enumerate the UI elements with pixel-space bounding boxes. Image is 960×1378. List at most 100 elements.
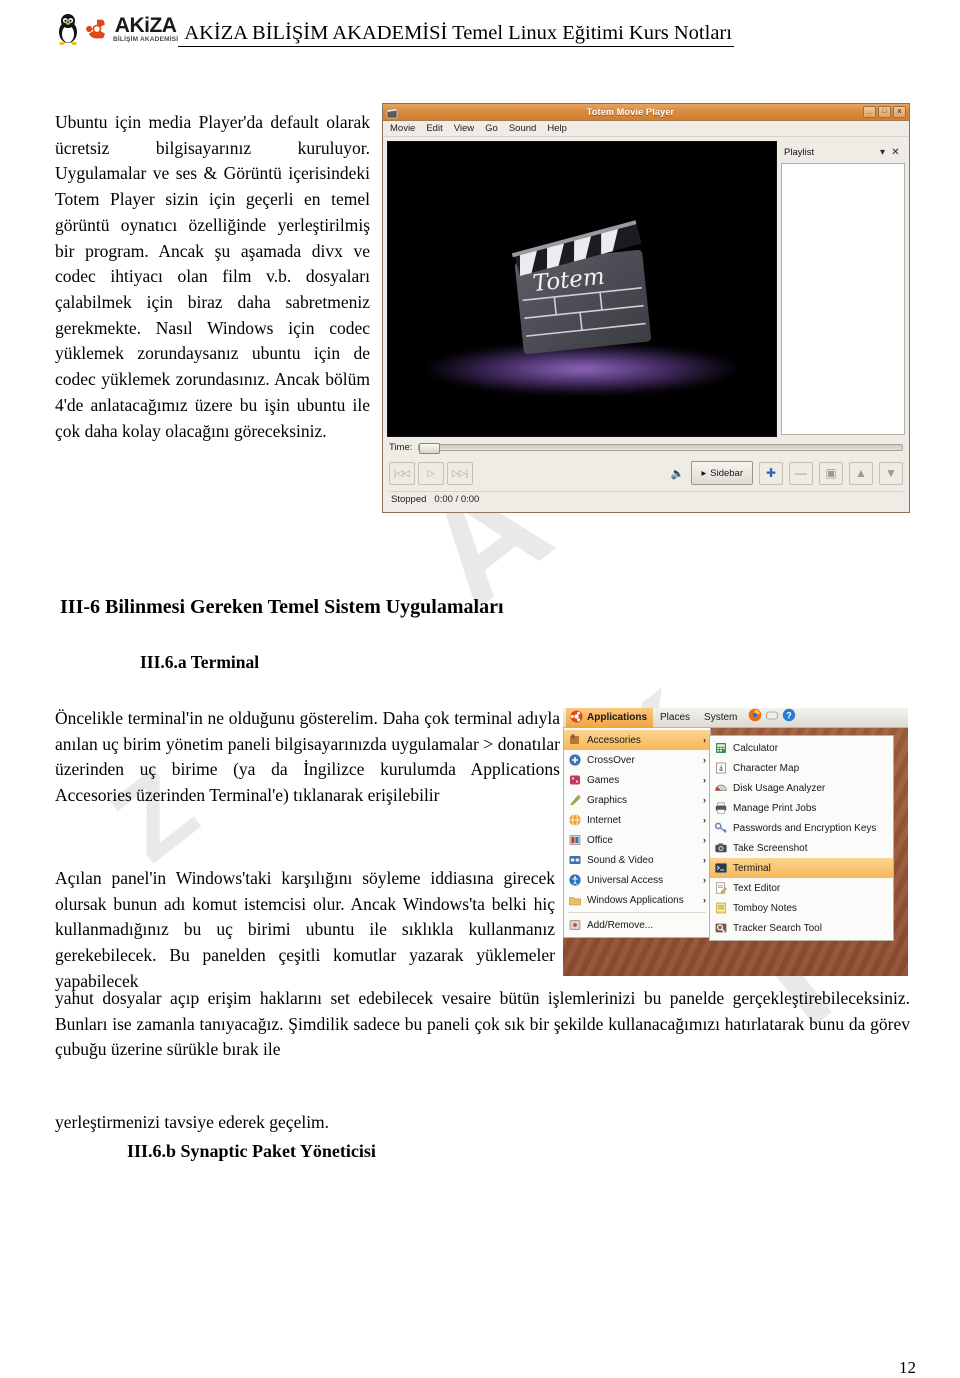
firefox-icon[interactable] bbox=[748, 708, 762, 727]
volume-icon[interactable]: 🔈 bbox=[671, 467, 685, 480]
paragraph-text: yerleştirmenizi tavsiye ederek geçelim. bbox=[55, 1112, 330, 1132]
time-seek-row: Time: bbox=[389, 439, 903, 456]
sidebar-button[interactable]: ▸ Sidebar bbox=[691, 461, 753, 485]
menu-item-text-editor[interactable]: Text Editor bbox=[710, 878, 893, 898]
menu-item-label: Windows Applications bbox=[587, 894, 684, 906]
paragraph-text: Öncelikle terminal'in ne olduğunu göster… bbox=[55, 708, 560, 806]
seek-slider[interactable] bbox=[418, 443, 903, 454]
paragraph-panel-description: Açılan panel'in Windows'taki karşılığını… bbox=[55, 866, 555, 995]
video-display-area[interactable]: Totem bbox=[387, 141, 777, 437]
camera-icon bbox=[714, 841, 728, 855]
next-button[interactable]: ▷▷| bbox=[447, 461, 473, 485]
svg-text:?: ? bbox=[787, 710, 793, 720]
tomboy-icon bbox=[714, 901, 728, 915]
page-title: AKİZA BİLİŞİM AKADEMİSİ Temel Linux Eğit… bbox=[178, 22, 734, 47]
sidebar-arrow-icon: ▸ bbox=[701, 467, 707, 479]
tux-penguin-icon bbox=[55, 12, 81, 46]
menu-item-label: Take Screenshot bbox=[733, 842, 808, 854]
playlist-list[interactable] bbox=[781, 163, 905, 435]
minimize-button[interactable]: _ bbox=[863, 106, 876, 118]
remove-from-playlist-button[interactable]: — bbox=[789, 461, 813, 485]
chevron-right-icon: › bbox=[703, 775, 706, 785]
menu-item-label: CrossOver bbox=[587, 754, 635, 766]
move-down-button[interactable]: ▼ bbox=[879, 461, 903, 485]
move-up-button[interactable]: ▲ bbox=[849, 461, 873, 485]
menu-item-label: Tracker Search Tool bbox=[733, 922, 822, 934]
menu-item-universal-access[interactable]: Universal Access › bbox=[564, 870, 710, 890]
menu-item-calculator[interactable]: Calculator bbox=[710, 738, 893, 758]
menu-item-office[interactable]: Office › bbox=[564, 830, 710, 850]
sidebar-button-label: Sidebar bbox=[710, 467, 743, 479]
menu-edit[interactable]: Edit bbox=[426, 123, 442, 134]
applications-submenu-categories[interactable]: Accessories › CrossOver › Games › Graphi… bbox=[563, 728, 711, 938]
menu-item-take-screenshot[interactable]: Take Screenshot bbox=[710, 838, 893, 858]
previous-button[interactable]: |◁◁ bbox=[389, 461, 415, 485]
menu-item-passwords-and-encryption-keys[interactable]: Passwords and Encryption Keys bbox=[710, 818, 893, 838]
menu-item-label: Passwords and Encryption Keys bbox=[733, 822, 877, 834]
seek-slider-handle[interactable] bbox=[419, 443, 441, 454]
menu-item-internet[interactable]: Internet › bbox=[564, 810, 710, 830]
totem-status-bar: Stopped 0:00 / 0:00 bbox=[389, 491, 903, 507]
section-totem: Ubuntu için media Player'da default olar… bbox=[0, 48, 960, 513]
brand-logo: AKiZA BİLİŞİM AKADEMİSİ bbox=[55, 12, 178, 46]
menu-sound[interactable]: Sound bbox=[509, 123, 536, 134]
office-icon bbox=[568, 833, 582, 847]
menu-item-label: Add/Remove... bbox=[587, 919, 654, 931]
chevron-right-icon: › bbox=[703, 875, 706, 885]
menu-help[interactable]: Help bbox=[547, 123, 567, 134]
menu-item-games[interactable]: Games › bbox=[564, 770, 710, 790]
maximize-button[interactable]: □ bbox=[878, 106, 891, 118]
totem-menubar[interactable]: Movie Edit View Go Sound Help bbox=[383, 121, 909, 137]
update-manager-icon[interactable] bbox=[765, 708, 779, 727]
paragraph-closing: yerleştirmenizi tavsiye ederek geçelim. bbox=[55, 1110, 910, 1136]
menu-view[interactable]: View bbox=[454, 123, 474, 134]
menu-item-label: Universal Access bbox=[587, 874, 664, 886]
menu-item-accessories[interactable]: Accessories › bbox=[564, 730, 710, 750]
menu-item-terminal[interactable]: Terminal bbox=[710, 858, 893, 878]
applications-menu-button[interactable]: Applications bbox=[566, 708, 654, 728]
menu-item-add-remove[interactable]: Add/Remove... bbox=[564, 915, 710, 935]
menu-item-label: Office bbox=[587, 834, 613, 846]
window-controls[interactable]: _ □ x bbox=[863, 106, 906, 118]
gnome-top-panel[interactable]: Applications Places System ? bbox=[563, 708, 908, 728]
menu-item-label: Tomboy Notes bbox=[733, 902, 797, 914]
system-menu-button[interactable]: System bbox=[697, 712, 744, 723]
totem-window-title: Totem Movie Player bbox=[586, 107, 675, 117]
help-icon[interactable]: ? bbox=[782, 708, 796, 727]
play-button[interactable]: ▷ bbox=[418, 461, 444, 485]
playback-status: Stopped bbox=[391, 494, 427, 505]
paragraph-panel-description-continued: yahut dosyalar açıp erişim haklarını set… bbox=[55, 986, 910, 1063]
close-button[interactable]: x bbox=[893, 106, 906, 118]
playlist-header: Playlist ▾ ✕ bbox=[780, 141, 906, 163]
menu-item-graphics[interactable]: Graphics › bbox=[564, 790, 710, 810]
chevron-down-icon[interactable]: ▾ bbox=[876, 147, 889, 158]
menu-item-label: Text Editor bbox=[733, 882, 781, 894]
menu-item-crossover[interactable]: CrossOver › bbox=[564, 750, 710, 770]
menu-item-label: Manage Print Jobs bbox=[733, 802, 817, 814]
menu-item-disk-usage-analyzer[interactable]: Disk Usage Analyzer bbox=[710, 778, 893, 798]
paragraph-text: Açılan panel'in Windows'taki karşılığını… bbox=[55, 868, 555, 991]
menu-item-label: Accessories bbox=[587, 734, 641, 746]
menu-item-label: Character Map bbox=[733, 762, 800, 774]
menu-movie[interactable]: Movie bbox=[390, 123, 415, 134]
gnome-applications-menu-screenshot[interactable]: Applications Places System ? Accessories… bbox=[563, 708, 908, 976]
add-to-playlist-button[interactable]: ✚ bbox=[759, 461, 783, 485]
accessories-icon bbox=[568, 733, 582, 747]
places-menu-button[interactable]: Places bbox=[653, 712, 697, 723]
accessories-submenu[interactable]: Calculator á Character Map Disk Usage An… bbox=[709, 735, 894, 941]
menu-item-manage-print-jobs[interactable]: Manage Print Jobs bbox=[710, 798, 893, 818]
menu-separator bbox=[568, 912, 706, 913]
akiza-wordmark: AKiZA BİLİŞİM AKADEMİSİ bbox=[113, 15, 178, 44]
copy-location-button[interactable]: ▣ bbox=[819, 461, 843, 485]
menu-item-tracker-search-tool[interactable]: Tracker Search Tool bbox=[710, 918, 893, 938]
menu-item-tomboy-notes[interactable]: Tomboy Notes bbox=[710, 898, 893, 918]
close-icon[interactable]: ✕ bbox=[889, 147, 902, 158]
panel-tray-icons[interactable]: ? bbox=[748, 708, 796, 727]
totem-movie-player-window[interactable]: Totem Movie Player _ □ x Movie Edit View… bbox=[382, 103, 910, 513]
menu-item-sound-and-video[interactable]: Sound & Video › bbox=[564, 850, 710, 870]
totem-titlebar[interactable]: Totem Movie Player _ □ x bbox=[383, 104, 909, 121]
menu-go[interactable]: Go bbox=[485, 123, 498, 134]
internet-icon bbox=[568, 813, 582, 827]
menu-item-character-map[interactable]: á Character Map bbox=[710, 758, 893, 778]
menu-item-windows-applications[interactable]: Windows Applications › bbox=[564, 890, 710, 910]
